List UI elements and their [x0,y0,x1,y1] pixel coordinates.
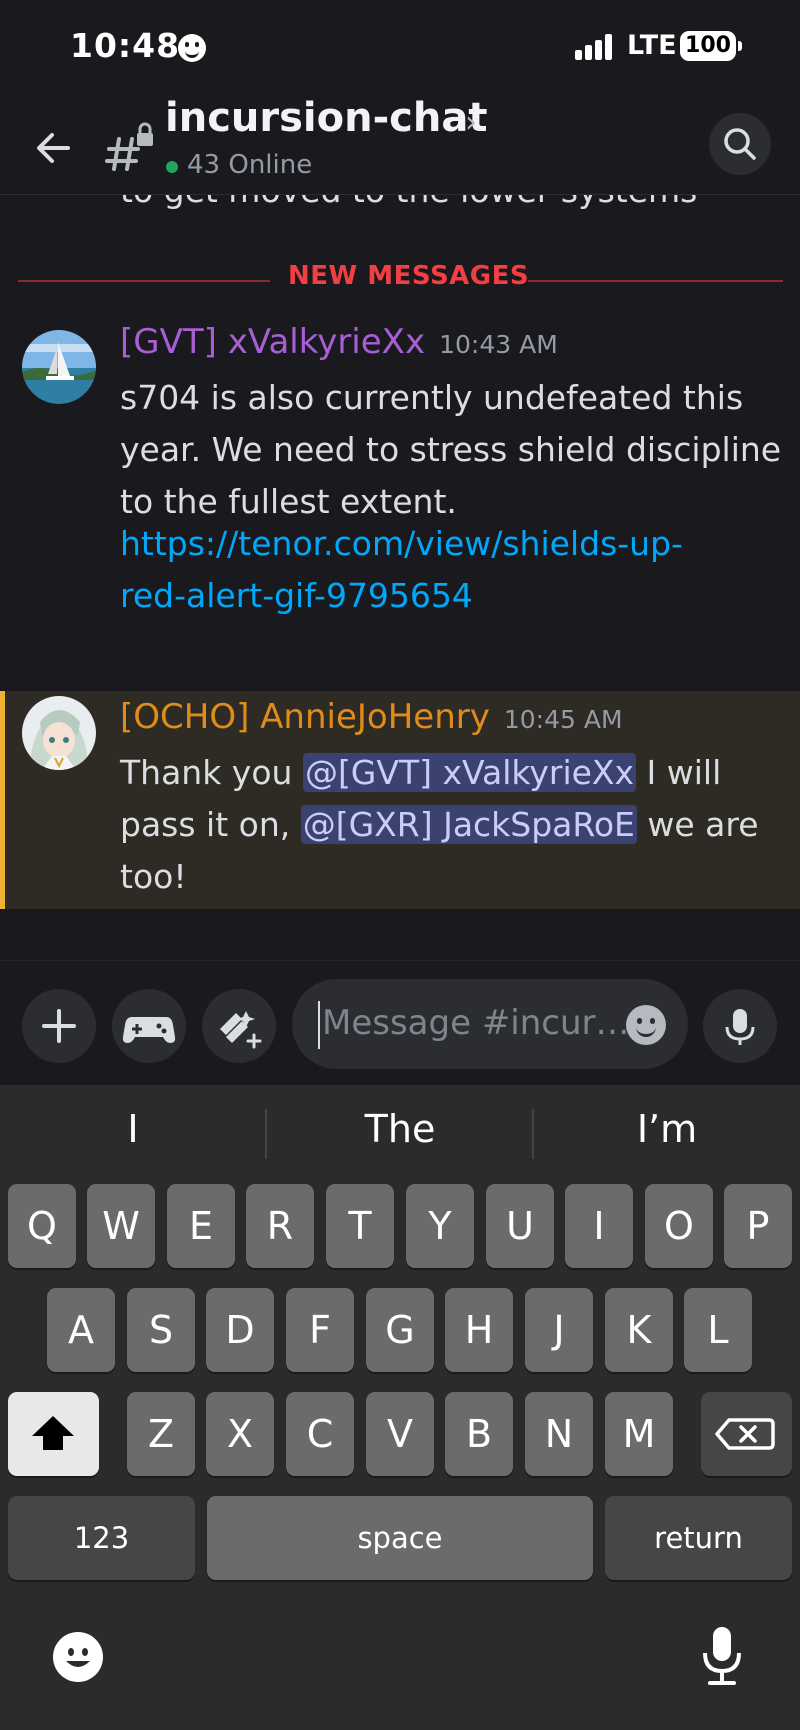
key-c[interactable]: C [286,1392,354,1476]
key-f[interactable]: F [286,1288,354,1372]
key-u[interactable]: U [486,1184,554,1268]
search-button[interactable] [709,113,771,175]
key-k[interactable]: K [605,1288,673,1372]
message-line: year. We need to stress shield disciplin… [120,430,782,469]
shift-key[interactable] [8,1392,99,1476]
add-attachment-button[interactable] [22,989,96,1063]
numbers-key[interactable]: 123 [8,1496,195,1580]
chevron-right-icon[interactable]: › [465,105,477,140]
message-timestamp: 10:45 AM [503,705,623,734]
battery-tip [738,41,742,51]
text-fragment: I will [636,753,722,792]
backspace-icon [715,1418,775,1450]
user-mention[interactable]: @[GXR] JackSpaRoE [300,805,637,844]
suggestion-item[interactable]: The [267,1107,533,1151]
link-line[interactable]: red-alert-gif-9795654 [120,570,790,622]
battery-icon: 100 [680,31,736,61]
message-composer: Message #incur… [0,960,800,1085]
space-key[interactable]: space [207,1496,593,1580]
key-e[interactable]: E [167,1184,235,1268]
search-icon [724,128,756,160]
key-b[interactable]: B [445,1392,513,1476]
suggestion-item[interactable]: I’m [534,1107,800,1151]
key-y[interactable]: Y [406,1184,474,1268]
status-bar: 10:48 LTE 100 [0,0,800,95]
key-x[interactable]: X [206,1392,274,1476]
user-mention[interactable]: @[GVT] xValkyrieXx [302,753,637,792]
text-fragment: we are [636,805,759,844]
key-l[interactable]: L [684,1288,752,1372]
emoji-keyboard-icon[interactable] [52,1631,104,1683]
key-v[interactable]: V [366,1392,434,1476]
emoji-picker-icon[interactable] [626,1005,666,1045]
key-q[interactable]: Q [8,1184,76,1268]
key-s[interactable]: S [127,1288,195,1372]
suggestion-item[interactable]: I [0,1107,266,1151]
key-a[interactable]: A [47,1288,115,1372]
author-name[interactable]: [GVT] xValkyrieXx [120,322,425,362]
message-line: too! [120,857,187,896]
gamepad-icon [122,1017,176,1043]
focus-mode-icon [178,34,206,62]
message-line: pass it on, @[GXR] JackSpaRoE we are [120,799,800,851]
channel-name[interactable]: incursion-chat [165,95,487,141]
avatar[interactable] [22,330,96,404]
new-messages-divider-left [18,280,270,282]
key-t[interactable]: T [326,1184,394,1268]
key-o[interactable]: O [645,1184,713,1268]
key-g[interactable]: G [366,1288,434,1372]
message-body: s704 is also currently undefeated this y… [120,372,790,528]
key-i[interactable]: I [565,1184,633,1268]
message-input-placeholder: Message #incur… [322,1003,630,1043]
return-key[interactable]: return [605,1496,792,1580]
text-cursor [318,1001,320,1049]
message-author[interactable]: [OCHO] AnnieJoHenry 10:45 AM [120,697,623,737]
link-line[interactable]: https://tenor.com/view/shields-up- [120,518,790,570]
message-author[interactable]: [GVT] xValkyrieXx 10:43 AM [120,322,558,362]
message-item[interactable]: [GVT] xValkyrieXx 10:43 AM s704 is also c… [0,310,800,615]
back-arrow-icon[interactable] [28,123,78,173]
message-timestamp: 10:43 AM [439,330,558,359]
gif-link[interactable]: https://tenor.com/view/shields-up- red-a… [120,518,790,622]
new-messages-label: NEW MESSAGES [288,261,530,291]
message-list[interactable]: to get moved to the lower systems NEW ME… [0,195,800,960]
previous-message-text: to get moved to the lower systems [120,195,697,210]
text-fragment: Thank you [120,753,303,792]
plus-icon [42,1009,76,1043]
key-p[interactable]: P [724,1184,792,1268]
status-time: 10:48 [70,26,181,65]
message-line: Thank you @[GVT] xValkyrieXx I will [120,747,800,799]
text-fragment: pass it on, [120,805,301,844]
message-line: s704 is also currently undefeated this [120,378,744,417]
key-n[interactable]: N [525,1392,593,1476]
key-j[interactable]: J [525,1288,593,1372]
ios-keyboard: I The I’m Q W E R T Y U I O P A S D F G … [0,1085,800,1730]
microphone-icon [725,1009,755,1045]
shift-arrow-icon [32,1416,74,1450]
channel-header: incursion-chat › 43 Online [0,95,800,195]
apps-sparkle-icon [220,1011,262,1049]
message-item-highlighted[interactable]: [OCHO] AnnieJoHenry 10:45 AM Thank you @[… [0,691,800,909]
backspace-key[interactable] [701,1392,792,1476]
key-r[interactable]: R [246,1184,314,1268]
message-input[interactable]: Message #incur… [292,979,688,1069]
key-m[interactable]: M [605,1392,673,1476]
online-count: 43 Online [187,150,313,180]
dictation-microphone-icon[interactable] [698,1625,746,1687]
online-status-dot [166,161,178,173]
key-d[interactable]: D [206,1288,274,1372]
avatar[interactable] [22,696,96,770]
author-name[interactable]: [OCHO] AnnieJoHenry [120,697,490,737]
key-w[interactable]: W [87,1184,155,1268]
key-z[interactable]: Z [127,1392,195,1476]
private-channel-hash-icon [105,117,155,177]
apps-button[interactable] [202,989,276,1063]
network-type: LTE [627,30,677,61]
message-body: Thank you @[GVT] xValkyrieXx I will pass… [120,747,800,903]
activities-button[interactable] [112,989,186,1063]
key-h[interactable]: H [445,1288,513,1372]
new-messages-divider-right [528,280,783,282]
voice-message-button[interactable] [703,989,777,1063]
signal-strength-icon [575,34,617,60]
